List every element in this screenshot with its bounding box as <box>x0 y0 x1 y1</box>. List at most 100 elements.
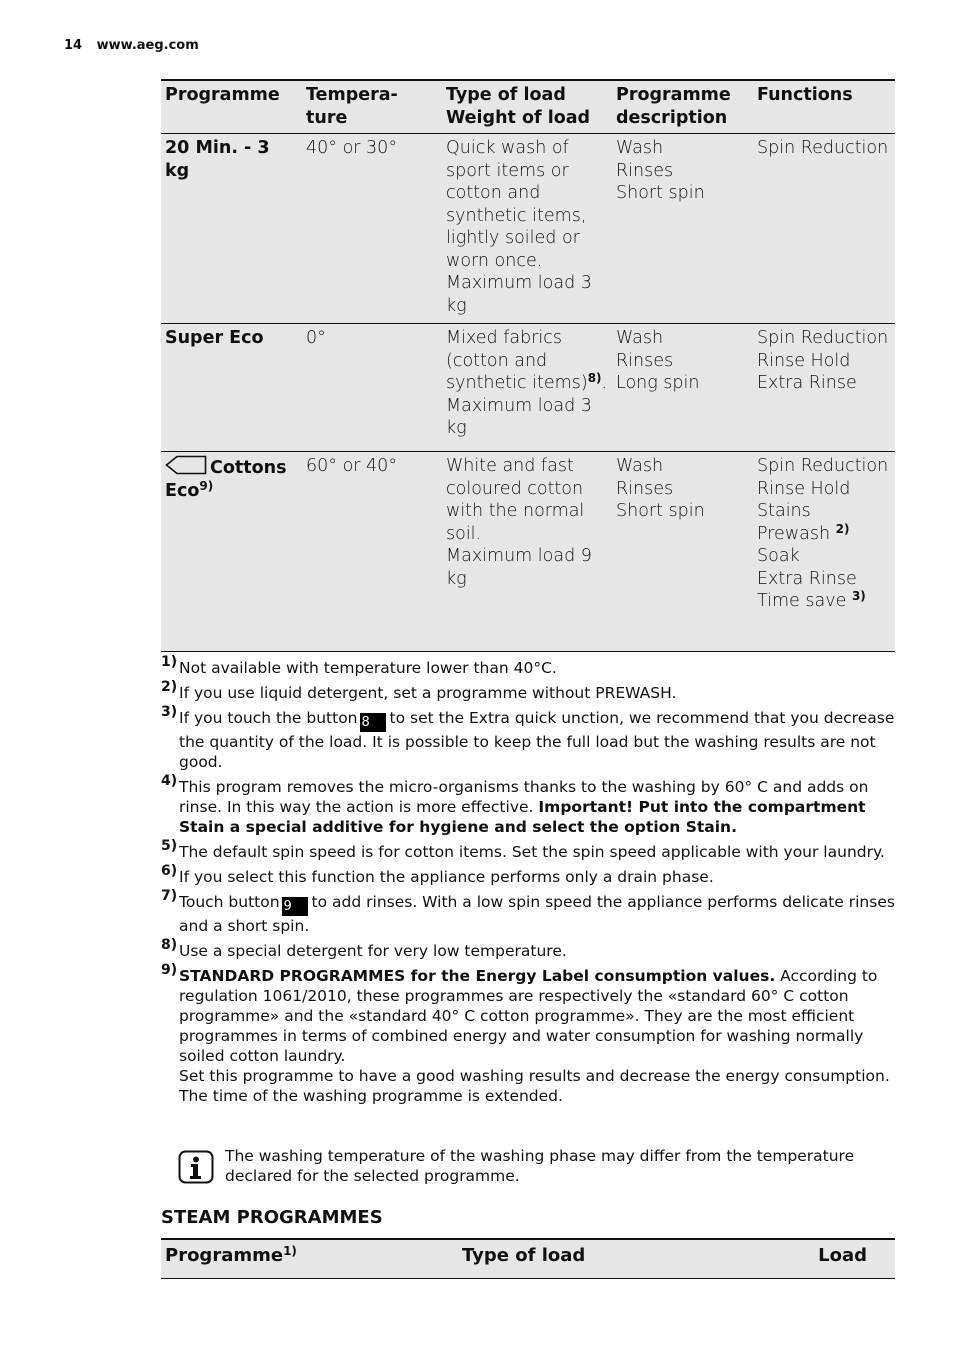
temperature: 0° <box>306 328 326 348</box>
col-header-temperature: Tempera- ture <box>306 85 398 128</box>
description-step: Wash <box>616 456 664 476</box>
footnote-item: 3) If you touch the button 8 to set the Ext… <box>161 704 895 772</box>
footnote-item: 6) If you select this function the applia… <box>161 863 895 887</box>
description-step: Long spin <box>616 373 700 393</box>
table-row: 20 Min. - 3 kg 40° or 30° Quick wash of sp… <box>161 134 895 324</box>
programme-name: 20 Min. - 3 kg <box>161 134 302 324</box>
programme-description: Wash Rinses Long spin <box>612 324 753 452</box>
footnote-ref: 3) <box>851 589 866 603</box>
description-step: Wash <box>616 138 664 158</box>
footnote-text: If you select this function the applianc… <box>179 867 895 887</box>
steam-col-type-of-load: Type of load <box>462 1245 586 1266</box>
function-item: Soak <box>757 545 891 568</box>
temperature: 60° or 40° <box>306 456 398 476</box>
functions: Spin Reduction Rinse Hold Stains Prewash 2)… <box>753 452 895 652</box>
footnote-text: Use a special detergent for very low tem… <box>179 941 895 961</box>
function-label: Rinse Hold <box>757 478 851 499</box>
col-header-programme: Programme <box>165 85 280 105</box>
col-header-description: Programme description <box>616 85 731 128</box>
page-number: 14 <box>64 38 83 53</box>
footnote-text: If you touch the button 8 to set the Extra… <box>179 708 895 772</box>
description-step: Rinses <box>616 160 674 181</box>
footnote-text-part: Not available with temperature lower tha… <box>179 659 557 677</box>
control-button-icon: 9 <box>281 897 308 916</box>
function-label: Stains <box>757 501 811 521</box>
function-item: Time save 3) <box>757 590 891 613</box>
temperature: 40° or 30° <box>306 138 398 158</box>
footnote-text-part: Use a special detergent for very low tem… <box>179 942 567 960</box>
programme-description: Wash Rinses Short spin <box>612 452 753 652</box>
function-item: Stains <box>757 500 891 523</box>
footnote-text-part: If you touch the button <box>179 709 358 727</box>
function-item: Spin Reduction <box>757 137 891 160</box>
footnote-text: If you use liquid detergent, set a progr… <box>179 683 895 703</box>
function-label: Prewash <box>757 523 831 544</box>
footnote-mark: 7) <box>161 888 178 904</box>
programme-name: Super Eco <box>161 324 302 452</box>
steam-programmes-title: STEAM PROGRAMMES <box>161 1207 383 1228</box>
site-url: www.aeg.com <box>96 38 199 53</box>
footnote-item: 7) Touch button 9 to add rinses. With a low… <box>161 888 895 936</box>
max-load: Maximum load 9 kg <box>446 546 592 589</box>
load-type: White and fast coloured cotton with the … <box>442 452 612 652</box>
function-label: Extra Rinse <box>757 373 857 393</box>
functions: Spin Reduction <box>753 134 895 324</box>
description-step: Rinses <box>616 350 674 371</box>
footnotes: 1) Not available with temperature lower t… <box>161 654 895 1111</box>
table-header-row: Programme Tempera- ture Type of load Wei… <box>161 80 895 134</box>
programme-label: 20 Min. - 3 kg <box>165 138 270 181</box>
load-text: White and fast coloured cotton with the … <box>446 456 585 544</box>
description-step: Short spin <box>616 183 705 203</box>
function-item: Spin Reduction <box>757 455 891 478</box>
function-item: Extra Rinse <box>757 568 891 591</box>
footnote-ref: 1) <box>283 1244 297 1258</box>
function-label: Time save <box>757 591 847 611</box>
col-header-load: Type of load Weight of load <box>446 85 591 128</box>
footnote-mark: 3) <box>161 704 178 720</box>
function-item: Rinse Hold <box>757 478 891 501</box>
col-header-functions: Functions <box>757 85 853 105</box>
footnote-ref: 2) <box>835 521 850 536</box>
function-label: Rinse Hold <box>757 350 851 371</box>
load-type: Mixed fabrics (cotton and synthetic item… <box>446 328 608 439</box>
footnote-mark: 6) <box>161 863 178 879</box>
steam-programmes-table-header: Programme1) Type of load Load <box>161 1238 895 1279</box>
programme-label: Super Eco <box>165 328 264 348</box>
description-step: Short spin <box>616 501 705 521</box>
function-item: Prewash 2) <box>757 523 891 546</box>
page-header: 14 www.aeg.com <box>64 38 199 53</box>
table-row: Cottons Eco9) 60° or 40° White and fast co… <box>161 452 895 652</box>
footnote-text-part: The default spin speed is for cotton ite… <box>179 843 885 861</box>
footnote-item: 1) Not available with temperature lower t… <box>161 654 895 678</box>
footnote-ref: 8) <box>587 371 602 385</box>
programme-name: Cottons Eco9) <box>161 452 302 652</box>
footnote-item: 5) The default spin speed is for cotton i… <box>161 838 895 862</box>
footnote-mark: 9) <box>161 962 178 978</box>
max-load: Maximum load 3 kg <box>446 273 592 316</box>
footnote-mark: 5) <box>161 838 178 854</box>
footnote-text: Touch button 9 to add rinses. With a low s… <box>179 892 895 936</box>
footnote-text-part: Touch button <box>179 893 280 911</box>
programme-description: Wash Rinses Short spin <box>612 134 753 324</box>
footnote-text-part: Set this programme to have a good washin… <box>179 1067 890 1105</box>
eco-tag-icon <box>165 455 207 475</box>
steam-col-programme-label: Programme <box>165 1245 284 1266</box>
footnote-ref: 9) <box>199 478 214 493</box>
footnote-text-part: If you select this function the applianc… <box>179 868 714 886</box>
footnote-mark: 2) <box>161 679 178 695</box>
function-item: Rinse Hold <box>757 350 891 373</box>
footnote-item: 8) Use a special detergent for very low t… <box>161 937 895 961</box>
load-text: Quick wash of sport items or cotton and … <box>446 138 587 271</box>
function-label: Extra Rinse <box>757 568 857 589</box>
function-item: Extra Rinse <box>757 372 891 395</box>
footnote-text: STANDARD PROGRAMMES for the Energy Label… <box>179 966 895 1106</box>
footnote-text: This program removes the micro-organisms… <box>179 777 895 837</box>
footnote-item: 2) If you use liquid detergent, set a pro… <box>161 679 895 703</box>
description-step: Rinses <box>616 478 674 499</box>
footnote-text: Not available with temperature lower tha… <box>179 658 895 678</box>
footnote-bold: STANDARD PROGRAMMES for the Energy Label… <box>179 967 776 985</box>
function-label: Spin Reduction <box>757 456 889 476</box>
programmes-table: Programme Tempera- ture Type of load Wei… <box>161 79 895 652</box>
footnote-item: 9) STANDARD PROGRAMMES for the Energy Lab… <box>161 962 895 1106</box>
max-load: Maximum load 3 kg <box>446 395 592 439</box>
